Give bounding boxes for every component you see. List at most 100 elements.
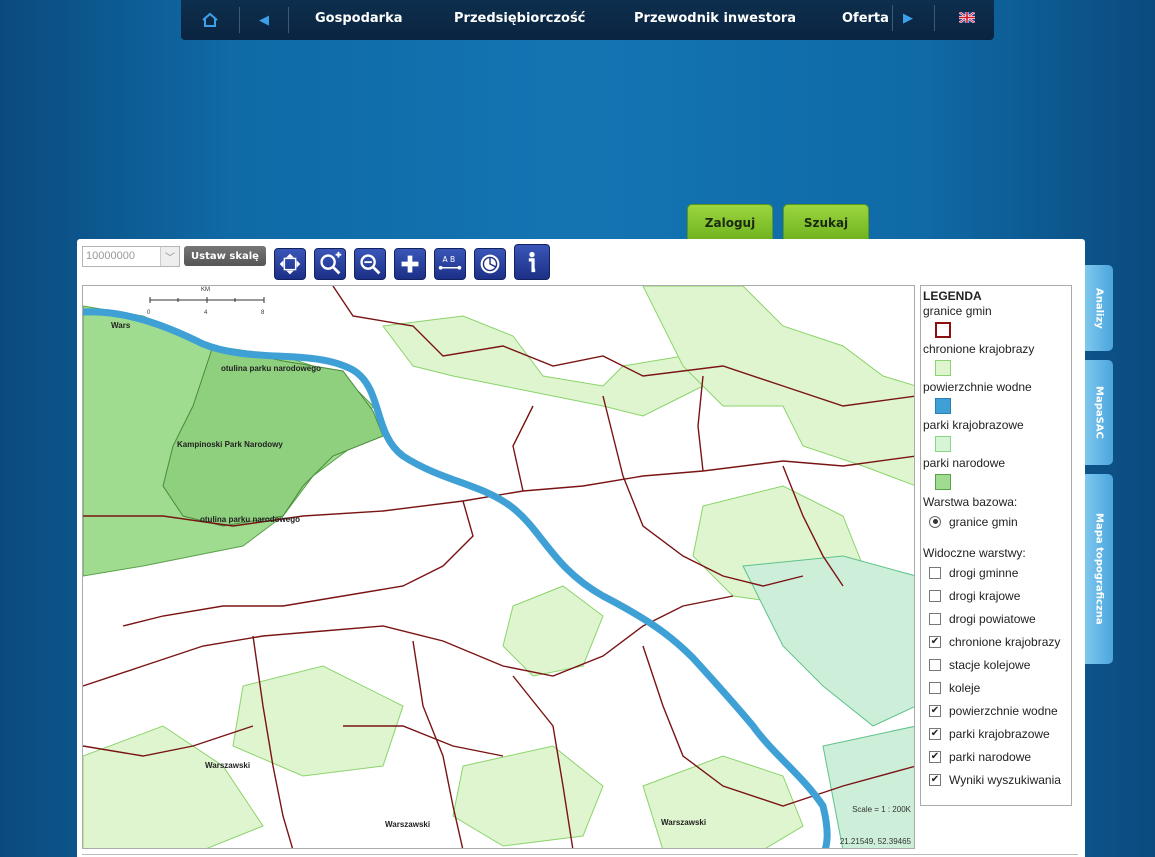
layer-label: drogi gminne [949,565,1019,580]
layer-label: drogi powiatowe [949,611,1036,626]
layer-toggle[interactable]: powierzchnie wodne [923,699,1069,722]
layer-label: drogi krajowe [949,588,1021,603]
layer-label: parki narodowe [949,749,1032,764]
municipality-border [512,405,534,492]
legend-swatch [935,360,951,376]
full-extent-icon [401,255,419,273]
full-extent-button[interactable] [394,248,426,280]
side-tab-label: Mapa topograficzna [1093,513,1105,625]
layer-checkbox[interactable] [929,658,941,671]
nav-separator [934,5,935,31]
home-icon [202,12,218,27]
scalebar-unit: KM [201,287,210,293]
layer-checkbox[interactable] [929,773,941,786]
nav-separator [892,5,893,31]
map-label: Warszawski [205,761,251,770]
layer-toggle[interactable]: Wyniki wyszukiwania [923,768,1069,791]
nav-prev-button[interactable]: ◀ [240,0,288,40]
layer-toggle[interactable]: drogi krajowe [923,584,1069,607]
set-scale-button[interactable]: Ustaw skalę [184,246,266,266]
side-tab-label: MapaSAC [1093,386,1105,439]
nav-separator [288,7,289,33]
zoom-in-icon [320,251,342,275]
layer-checkbox[interactable] [929,750,941,763]
layer-toggle[interactable]: drogi gminne [923,561,1069,584]
identify-layers-icon [480,254,500,274]
visible-layers-title: Widoczne warstwy: [923,546,1026,560]
measure-icon: A B [438,255,462,270]
layer-checkbox[interactable] [929,681,941,694]
radio-button[interactable] [929,515,941,528]
legend-panel: LEGENDA granice gmin chronione krajobrazy… [920,285,1072,806]
info-icon [528,251,536,273]
scalebar-tick: 4 [204,310,208,316]
map-coordinates: 21.21549, 52.39465 [839,837,911,846]
base-layer-option[interactable]: granice gmin [923,510,1069,533]
municipality-border [412,640,464,848]
zoom-out-button[interactable] [354,248,386,280]
legend-item-label: parki krajobrazowe [923,418,1024,432]
scale-bar [149,297,265,303]
map-label: Warszawski [385,820,431,829]
legend-swatch [935,398,951,414]
scale-value: 10000000 [86,250,135,262]
search-tab[interactable]: Szukaj [783,204,869,240]
zoom-in-button[interactable] [314,248,346,280]
map-label: otulina parku narodowego [200,515,301,524]
base-layer-title: Warstwa bazowa: [923,495,1018,509]
home-button[interactable] [181,0,239,40]
nav-item-oferta[interactable]: Oferta [842,11,889,26]
legend-title: LEGENDA [923,289,982,303]
layer-toggle[interactable]: chronione krajobrazy [923,630,1069,653]
nav-item-przewodnik[interactable]: Przewodnik inwestora [634,11,796,26]
protected-landscape-area [232,665,404,777]
identify-layers-button[interactable] [474,248,506,280]
protected-landscape-area [742,555,914,727]
top-navigation: ◀ Gospodarka Przedsiębiorczość Przewodni… [181,0,994,40]
layer-checkbox[interactable] [929,727,941,740]
login-tab[interactable]: Zaloguj [687,204,773,240]
map-label: Kampinoski Park Narodowy [177,440,283,449]
zoom-out-icon [360,254,381,275]
side-tab-analizy[interactable]: Analizy [1085,265,1113,351]
municipality-border [83,595,734,687]
layer-checkbox[interactable] [929,704,941,717]
nav-next-button[interactable]: ▶ [903,11,913,26]
layer-label: powierzchnie wodne [949,703,1058,718]
protected-landscape-area [452,745,604,847]
layer-label: stacje kolejowe [949,657,1031,672]
layer-toggle[interactable]: parki narodowe [923,745,1069,768]
layer-checkbox[interactable] [929,635,941,648]
layer-toggle[interactable]: stacje kolejowe [923,653,1069,676]
side-tab-mapasac[interactable]: MapaSAC [1085,360,1113,465]
layer-checkbox[interactable] [929,612,941,625]
legend-swatch [935,474,951,490]
layer-label: Wyniki wyszukiwania [949,772,1061,787]
scalebar-tick: 8 [261,310,265,316]
layer-toggle[interactable]: drogi powiatowe [923,607,1069,630]
legend-item-label: powierzchnie wodne [923,380,1032,394]
layer-checkbox[interactable] [929,566,941,579]
legend-swatch [935,322,951,338]
nav-item-gospodarka[interactable]: Gospodarka [315,11,402,26]
measure-button[interactable]: A B [434,248,466,280]
chevron-down-icon[interactable]: ﹀ [160,247,179,266]
layer-checkbox[interactable] [929,589,941,602]
scale-select[interactable]: 10000000 ﹀ [82,246,180,267]
layer-toggle[interactable]: koleje [923,676,1069,699]
info-button[interactable] [514,244,550,280]
side-tab-topo[interactable]: Mapa topograficzna [1085,474,1113,664]
panel-divider [82,854,1078,855]
legend-swatch [935,436,951,452]
map-scale-text: Scale = 1 : 200K [852,805,911,814]
uk-flag-icon[interactable] [959,12,975,23]
map-canvas[interactable]: KM 0 4 8 Wars otulina parku narodowego K… [82,285,915,849]
layer-toggle[interactable]: parki krajobrazowe [923,722,1069,745]
layer-label: koleje [949,680,981,695]
map-label: Wars [111,321,131,330]
map-label: otulina parku narodowego [221,364,322,373]
pan-button[interactable] [274,248,306,280]
map-label: Warszawski [661,818,707,827]
nav-item-przedsiebiorczosc[interactable]: Przedsiębiorczość [454,11,585,26]
base-layer-label: granice gmin [949,514,1018,529]
